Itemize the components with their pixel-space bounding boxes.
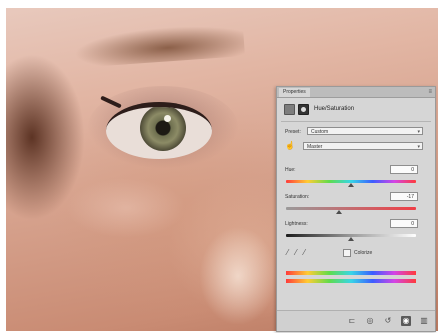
hue-label: Hue: <box>285 167 296 173</box>
preset-label: Preset: <box>285 129 301 135</box>
panel-footer: ⊏ ◎ ↺ ◉ ▥ <box>277 310 435 331</box>
colorize-label: Colorize <box>354 250 373 256</box>
clip-to-layer-icon[interactable]: ⊏ <box>347 316 357 326</box>
eye <box>106 102 212 159</box>
saturation-slider-thumb[interactable] <box>336 210 343 214</box>
iris <box>140 107 186 151</box>
hue-slider-thumb[interactable] <box>348 183 354 187</box>
saturation-input[interactable]: -17 <box>390 192 418 201</box>
channel-dropdown[interactable]: Master ▾ <box>303 142 423 150</box>
colorize-checkbox[interactable] <box>343 249 351 257</box>
adjustment-header: Hue/Saturation <box>284 103 354 115</box>
trash-icon[interactable]: ▥ <box>419 316 429 326</box>
lightness-slider-thumb[interactable] <box>348 237 354 241</box>
chevron-down-icon: ▾ <box>417 144 420 150</box>
hue-input[interactable]: 0 <box>390 165 418 174</box>
lightness-label: Lightness: <box>285 221 308 227</box>
eye-highlight <box>164 115 171 122</box>
chevron-down-icon: ▾ <box>417 129 420 135</box>
tab-properties[interactable]: Properties <box>279 88 310 97</box>
eyebrow <box>73 22 245 68</box>
channel-value: Master <box>307 144 323 150</box>
preset-value: Custom <box>311 129 329 135</box>
colorize-option[interactable]: Colorize <box>343 249 372 257</box>
output-color-bar <box>286 279 416 283</box>
eyedropper-tools: ⁄ ⁄ ⁄ <box>287 249 305 257</box>
hue-saturation-icon <box>284 103 295 115</box>
lightness-slider[interactable] <box>286 234 416 241</box>
panel-menu-icon[interactable]: ≡ <box>428 88 432 96</box>
visibility-icon[interactable]: ◉ <box>401 316 411 326</box>
hue-slider[interactable] <box>286 180 416 187</box>
layer-mask-icon[interactable] <box>298 103 309 115</box>
input-color-bar <box>286 271 416 275</box>
reset-icon[interactable]: ↺ <box>383 316 393 326</box>
view-previous-icon[interactable]: ◎ <box>365 316 375 326</box>
cheek-highlight <box>66 178 186 238</box>
preset-dropdown[interactable]: Custom ▾ <box>307 127 423 135</box>
panel-tab-bar: Properties ≡ <box>277 87 435 98</box>
lightness-input[interactable]: 0 <box>390 219 418 228</box>
eyedropper-minus-icon[interactable]: ⁄ <box>304 249 305 257</box>
eyedropper-icon[interactable]: ⁄ <box>287 249 288 257</box>
adjustment-title: Hue/Saturation <box>314 106 355 112</box>
divider <box>281 121 431 122</box>
properties-panel: Properties ≡ Hue/Saturation Preset: Cust… <box>276 86 436 332</box>
eyedropper-plus-icon[interactable]: ⁄ <box>295 249 296 257</box>
saturation-slider[interactable] <box>286 207 416 214</box>
targeted-adjustment-hand-icon[interactable]: ☝ <box>285 142 295 150</box>
saturation-label: Saturation: <box>285 194 310 200</box>
